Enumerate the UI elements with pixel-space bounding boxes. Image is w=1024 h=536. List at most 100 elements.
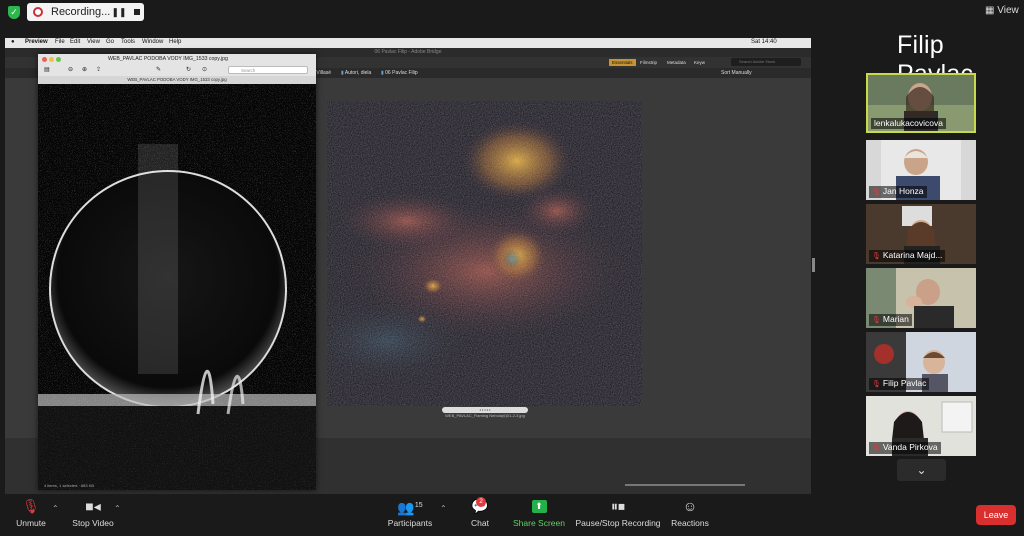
share-icon[interactable]: ⇪ <box>96 66 101 73</box>
participant-tile[interactable]: 🎙 Katarina Majd... <box>866 204 976 264</box>
audio-options-caret-icon[interactable]: ⌃ <box>52 504 59 513</box>
muted-mic-icon: 🎙 <box>872 317 881 324</box>
encryption-shield-icon[interactable]: ✓ <box>8 6 20 19</box>
apple-menu-icon[interactable]: ● <box>11 39 15 45</box>
menu-file[interactable]: File <box>55 39 65 45</box>
participants-label: Participants <box>387 518 433 528</box>
share-screen-button[interactable]: ⬆ Share Screen <box>512 494 566 536</box>
nebula-svg <box>327 101 642 406</box>
meeting-toolbar: 🎙 Unmute ⌃ ■◂ Stop Video ⌃ 👥15 Participa… <box>0 494 1024 536</box>
muted-microphone-icon: 🎙 <box>22 498 40 514</box>
water-sculpture-svg <box>38 84 316 490</box>
participant-name: lenkalukacovicova <box>871 118 946 129</box>
breadcrumb-3[interactable]: ▮ 06 Pavlac Filip <box>381 70 418 76</box>
participant-tile[interactable]: 🎙 Marian <box>866 268 976 328</box>
leave-button[interactable]: Leave <box>976 505 1016 525</box>
preview-window[interactable]: WEB_PAVLAC PODOBA VODY IMG_1533 copy.jpg… <box>38 54 316 490</box>
pause-stop-recording-button[interactable]: ⏸⏹ Pause/Stop Recording <box>575 494 661 536</box>
chat-unread-badge: 2 <box>476 497 486 507</box>
zoom-out-icon[interactable]: ⊖ <box>68 66 73 73</box>
menu-window[interactable]: Window <box>142 39 163 45</box>
menubar-clock: Sat 14:40 <box>751 39 777 45</box>
stop-recording-icon[interactable] <box>129 4 145 20</box>
zoom-top-bar: ✓ Recording... ❚❚ ▦ View <box>0 0 1024 24</box>
chevron-down-icon: ⌄ <box>916 463 927 477</box>
preview-titlebar: WEB_PAVLAC PODOBA VODY IMG_1533 copy.jpg… <box>38 54 316 76</box>
tab-keywords[interactable]: Keyw <box>691 59 708 66</box>
menu-go[interactable]: Go <box>106 39 114 45</box>
reactions-button[interactable]: ☺ Reactions <box>670 494 710 536</box>
zoom-window-icon[interactable] <box>56 57 61 62</box>
reactions-label: Reactions <box>671 518 709 528</box>
sidebar-toggle-icon[interactable]: ▤ <box>44 66 50 73</box>
chat-button[interactable]: 💬 2 Chat <box>466 494 494 536</box>
menu-tools[interactable]: Tools <box>121 39 135 45</box>
video-options-caret-icon[interactable]: ⌃ <box>114 504 121 513</box>
view-button[interactable]: ▦ View <box>985 5 1019 16</box>
participants-options-caret-icon[interactable]: ⌃ <box>440 504 447 513</box>
unmute-button[interactable]: 🎙 Unmute <box>10 494 52 536</box>
unmute-label: Unmute <box>16 518 46 528</box>
pause-stop-icon: ⏸⏹ <box>611 498 625 514</box>
preview-file-title: WEB_PAVLAC PODOBA VODY IMG_1533 copy.jpg <box>108 56 228 62</box>
participant-name: 🎙 Filip Pavlac <box>869 378 930 390</box>
rotate-icon[interactable]: ↻ <box>186 66 191 73</box>
recording-label: Recording... <box>51 6 111 18</box>
thumbnail-filename: WEB_PAVLAC_Flaming Nebula(6)01-2-3.jpg <box>445 413 525 418</box>
menu-help[interactable]: Help <box>169 39 181 45</box>
share-screen-label: Share Screen <box>513 518 565 528</box>
nebula-image[interactable] <box>327 101 642 406</box>
markup-icon[interactable]: ✎ <box>156 66 161 73</box>
bridge-search-input[interactable]: Search Adobe Stock <box>731 58 801 66</box>
participants-button[interactable]: 👥15 Participants <box>384 494 436 536</box>
minimize-window-icon[interactable] <box>49 57 54 62</box>
participants-icon: 👥15 <box>397 499 423 516</box>
participant-name: 🎙 Vanda Pirkova <box>869 442 941 454</box>
participant-tile[interactable]: lenkalukacovicova <box>866 73 976 133</box>
chat-label: Chat <box>471 518 489 528</box>
zoom-in-icon[interactable]: ⊕ <box>82 66 87 73</box>
pause-recording-label: Pause/Stop Recording <box>575 518 661 528</box>
menu-view[interactable]: View <box>87 39 100 45</box>
recording-dot-icon <box>33 7 43 17</box>
mac-menubar: ● Preview File Edit View Go Tools Window… <box>5 38 811 48</box>
preview-status: 4 items, 1 selected · 683 KB <box>44 483 95 488</box>
muted-mic-icon: 🎙 <box>872 445 881 452</box>
menu-edit[interactable]: Edit <box>70 39 80 45</box>
participant-tile[interactable]: 🎙 Vanda Pirkova <box>866 396 976 456</box>
tab-filmstrip[interactable]: Filmstrip <box>637 59 660 66</box>
participant-name: 🎙 Jan Honza <box>869 186 927 198</box>
breadcrumb-2[interactable]: ▮ Autori, diela <box>341 70 371 76</box>
smiley-plus-icon: ☺ <box>682 498 698 514</box>
tab-metadata[interactable]: Metadata <box>664 59 689 66</box>
close-window-icon[interactable] <box>42 57 47 62</box>
muted-mic-icon: 🎙 <box>872 381 881 388</box>
recording-indicator: Recording... ❚❚ <box>27 3 144 21</box>
more-participants-button[interactable]: ⌄ <box>897 459 946 481</box>
sort-dropdown[interactable]: Sort Manually <box>721 70 752 76</box>
shared-screen[interactable]: ● Preview File Edit View Go Tools Window… <box>5 38 811 494</box>
pause-recording-icon[interactable]: ❚❚ <box>111 4 127 20</box>
stop-video-label: Stop Video <box>72 518 114 528</box>
share-screen-arrow-icon: ⬆ <box>531 500 547 513</box>
muted-mic-icon: 🎙 <box>872 253 881 260</box>
water-sculpture-image[interactable] <box>38 84 316 490</box>
panel-resize-handle[interactable] <box>812 258 815 272</box>
view-label: View <box>997 5 1019 16</box>
video-camera-icon: ■◂ <box>85 498 101 514</box>
participant-name: 🎙 Marian <box>869 314 912 326</box>
preview-tab-title: WEB_PAVLAC PODOBA VODY IMG_1533 copy.jpg <box>38 76 316 84</box>
thumbnail-size-slider[interactable] <box>625 484 745 486</box>
participant-tile[interactable]: 🎙 Filip Pavlac <box>866 332 976 392</box>
folder-icon: ▮ <box>341 70 344 76</box>
folder-icon: ▮ <box>381 70 384 76</box>
stop-video-button[interactable]: ■◂ Stop Video <box>68 494 118 536</box>
tab-essentials[interactable]: Essentials <box>609 59 636 66</box>
menu-app[interactable]: Preview <box>25 39 48 45</box>
preview-search-input[interactable]: Search <box>228 66 308 74</box>
annotate-icon[interactable]: ⊙ <box>202 66 207 73</box>
muted-mic-icon: 🎙 <box>872 189 881 196</box>
participant-name: 🎙 Katarina Majd... <box>869 250 946 262</box>
participant-tile[interactable]: 🎙 Jan Honza <box>866 140 976 200</box>
grid-icon: ▦ <box>985 5 995 16</box>
